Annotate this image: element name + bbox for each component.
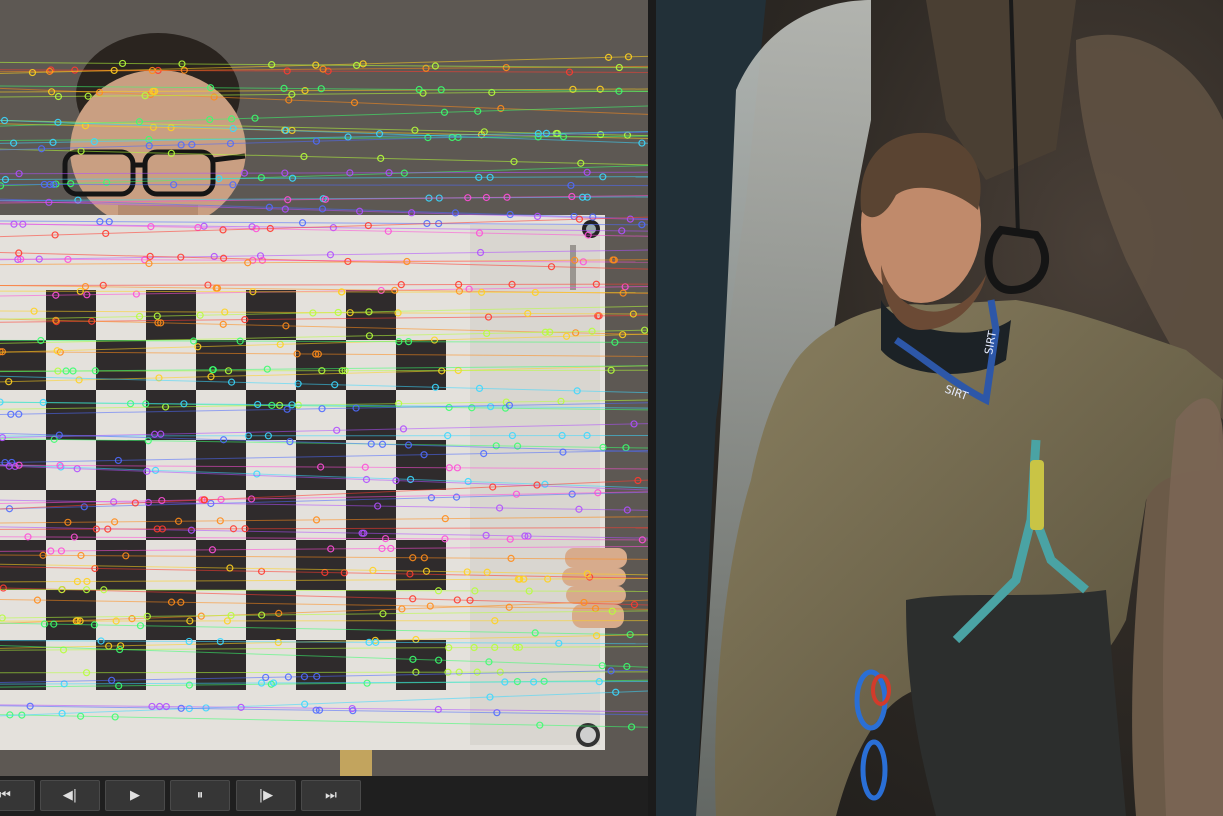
skip-to-start-button[interactable]: ⏮ (0, 780, 35, 811)
checker-square (296, 540, 346, 590)
checker-square (346, 390, 396, 440)
rope-device (984, 225, 1050, 295)
skip-back-icon: ⏮ (0, 788, 11, 803)
calibration-view: ⏮ ◀| ▶ ⏸ |▶ ⏭ (0, 0, 648, 816)
fast-forward-icon: ⏭ (325, 788, 337, 803)
checker-square (196, 640, 246, 690)
checker-square (146, 590, 196, 640)
sling (1030, 460, 1044, 530)
step-forward-button[interactable]: |▶ (236, 780, 296, 811)
checker-square (0, 340, 46, 390)
calibration-board (0, 215, 605, 750)
climber-scene: SIRT SIRT (656, 0, 1223, 816)
checker-square (396, 540, 446, 590)
checker-square (246, 290, 296, 340)
checker-square (46, 490, 96, 540)
panel-divider (648, 0, 656, 816)
checker-square (46, 390, 96, 440)
checker-square (96, 340, 146, 390)
checker-square (346, 290, 396, 340)
video-frame: SIRT SIRT (656, 0, 1223, 816)
play-button[interactable]: ▶ (105, 780, 165, 811)
checker-square (96, 540, 146, 590)
step-back-button[interactable]: ◀| (40, 780, 100, 811)
climber-pants (906, 590, 1126, 816)
checker-square (396, 340, 446, 390)
pause-button[interactable]: ⏸ (170, 780, 230, 811)
step-back-icon: ◀| (62, 788, 78, 803)
checker-square (96, 440, 146, 490)
skip-to-end-button[interactable]: ⏭ (301, 780, 361, 811)
pause-icon: ⏸ (196, 788, 204, 803)
checker-square (296, 340, 346, 390)
checker-square (146, 390, 196, 440)
checker-square (146, 490, 196, 540)
step-forward-icon: |▶ (258, 788, 274, 803)
calibration-canvas (0, 0, 648, 776)
checker-square (46, 590, 96, 640)
checker-square (296, 440, 346, 490)
checker-square (196, 440, 246, 490)
play-icon: ▶ (130, 788, 140, 803)
transport-bar: ⏮ ◀| ▶ ⏸ |▶ ⏭ (0, 776, 648, 816)
checker-square (196, 540, 246, 590)
